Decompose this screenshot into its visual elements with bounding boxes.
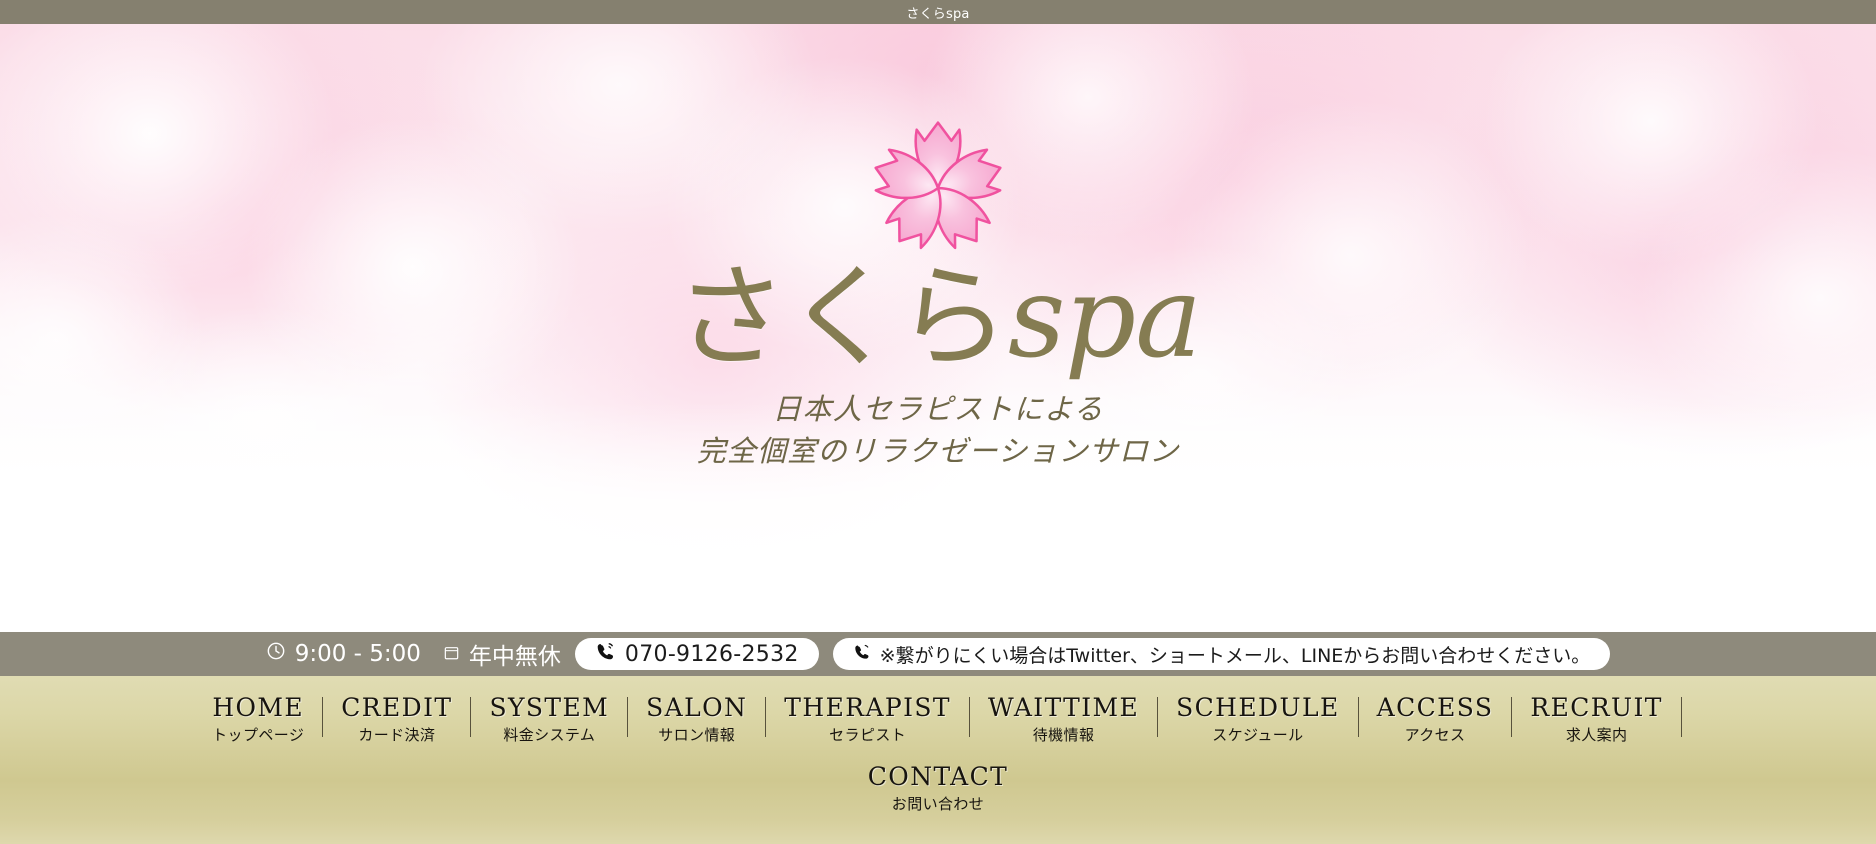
nav-divider <box>1680 697 1682 737</box>
phone-number-value: 070-9126-2532 <box>624 641 799 667</box>
window-title: さくらspa <box>906 6 970 22</box>
window-title-bar: さくらspa <box>0 0 1876 24</box>
nav-item-system[interactable]: SYSTEM 料金システム <box>471 694 627 745</box>
nav-divider <box>1157 697 1159 737</box>
main-navigation: HOME トップページ CREDIT カード決済 SYSTEM 料金システム S… <box>0 676 1876 844</box>
nav-divider <box>765 697 767 737</box>
nav-item-waittime-label: WAITTIME <box>988 693 1140 722</box>
nav-item-contact-sublabel: お問い合わせ <box>891 795 985 813</box>
phone-icon <box>595 641 616 668</box>
nav-item-credit[interactable]: CREDIT カード決済 <box>323 694 470 745</box>
nav-item-therapist[interactable]: THERAPIST セラピスト <box>766 694 969 745</box>
nav-item-salon[interactable]: SALON サロン情報 <box>628 694 765 745</box>
nav-item-recruit[interactable]: RECRUIT 求人案内 <box>1512 694 1680 745</box>
nav-item-schedule-label: SCHEDULE <box>1176 693 1340 722</box>
nav-item-system-label: SYSTEM <box>489 693 610 722</box>
nav-divider <box>1357 697 1359 737</box>
open-days-value: 年中無休 <box>468 644 561 670</box>
clock-icon <box>266 641 286 667</box>
nav-item-waittime-sublabel: 待機情報 <box>1032 726 1095 744</box>
contact-note-pill[interactable]: ※繋がりにくい場合はTwitter、ショートメール、LINEからお問い合わせくだ… <box>832 638 1611 670</box>
nav-item-access-sublabel: アクセス <box>1404 726 1466 744</box>
nav-row-secondary: CONTACT お問い合わせ <box>0 763 1876 814</box>
nav-item-recruit-label: RECRUIT <box>1530 693 1663 722</box>
sakura-blossom-icon <box>855 106 1021 256</box>
nav-item-home-label: HOME <box>212 693 305 722</box>
business-hours-group: 9:00 - 5:00 年中無休 <box>266 637 561 671</box>
nav-row-primary: HOME トップページ CREDIT カード決済 SYSTEM 料金システム S… <box>0 694 1876 745</box>
nav-divider <box>322 697 324 737</box>
nav-item-therapist-label: THERAPIST <box>784 693 951 722</box>
nav-item-contact[interactable]: CONTACT お問い合わせ <box>850 763 1026 814</box>
nav-item-credit-label: CREDIT <box>341 693 453 722</box>
nav-item-contact-label: CONTACT <box>867 762 1009 791</box>
nav-item-therapist-sublabel: セラピスト <box>829 726 907 744</box>
nav-item-credit-sublabel: カード決済 <box>358 726 436 744</box>
calendar-icon <box>443 641 460 667</box>
nav-divider <box>627 697 629 737</box>
phone-number-pill[interactable]: 070-9126-2532 <box>574 638 819 670</box>
brand-tagline-line2: 完全個室のリラクゼーションサロン <box>696 433 1180 468</box>
contact-note-text: ※繋がりにくい場合はTwitter、ショートメール、LINEからお問い合わせくだ… <box>879 644 1591 667</box>
brand-title: さくらspa <box>675 259 1202 378</box>
business-hours-value: 9:00 - 5:00 <box>294 641 421 667</box>
phone-icon <box>853 643 871 666</box>
nav-divider <box>1511 697 1513 737</box>
hero-banner: さくらspa 日本人セラピストによる 完全個室のリラクゼーションサロン <box>0 24 1876 632</box>
nav-item-access[interactable]: ACCESS アクセス <box>1359 694 1512 745</box>
brand-title-latin: spa <box>1008 253 1202 383</box>
nav-item-access-label: ACCESS <box>1376 693 1494 722</box>
nav-item-schedule-sublabel: スケジュール <box>1212 726 1304 744</box>
nav-divider <box>969 697 970 737</box>
brand-title-jp: さくら <box>675 253 1009 383</box>
nav-item-waittime[interactable]: WAITTIME 待機情報 <box>970 694 1157 745</box>
brand-tagline-line1: 日本人セラピストによる <box>772 391 1104 426</box>
nav-divider <box>470 697 472 737</box>
brand-tagline: 日本人セラピストによる 完全個室のリラクゼーションサロン <box>697 388 1180 472</box>
nav-item-home[interactable]: HOME トップページ <box>194 694 322 745</box>
nav-item-recruit-sublabel: 求人案内 <box>1565 726 1628 744</box>
nav-item-system-sublabel: 料金システム <box>503 726 596 744</box>
nav-item-salon-sublabel: サロン情報 <box>658 726 736 744</box>
nav-item-home-sublabel: トップページ <box>212 726 305 744</box>
nav-item-salon-label: SALON <box>646 693 748 722</box>
info-bar: 9:00 - 5:00 年中無休 070-9126-2532 ※繋がりにくい場合… <box>0 632 1876 676</box>
nav-item-schedule[interactable]: SCHEDULE スケジュール <box>1158 694 1357 745</box>
